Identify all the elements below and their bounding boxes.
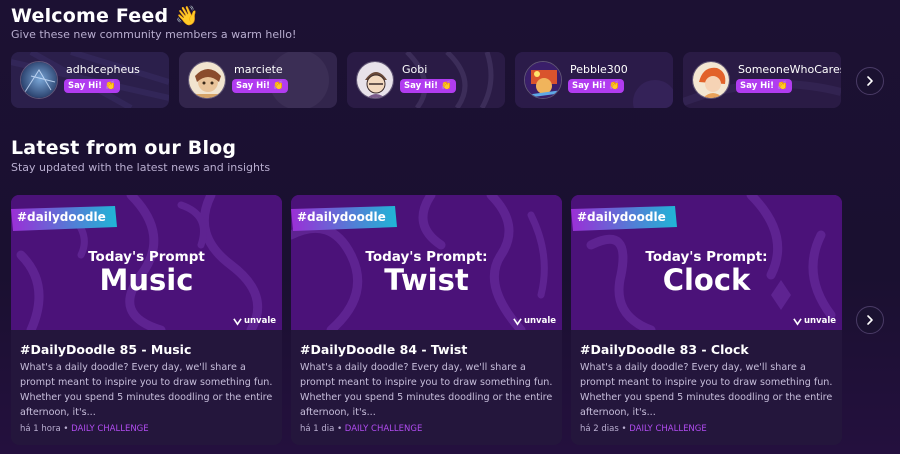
post-time: há 1 hora [20, 424, 61, 434]
post-meta: há 2 dias • DAILY CHALLENGE [580, 424, 707, 434]
meta-separator: • [621, 424, 627, 434]
post-meta: há 1 dia • DAILY CHALLENGE [300, 424, 422, 434]
post-category[interactable]: DAILY CHALLENGE [345, 424, 423, 434]
avatar[interactable] [356, 61, 394, 99]
brand-name: unvale [243, 316, 276, 326]
unvale-logo-icon [513, 317, 522, 326]
brand-logo: unvale [513, 316, 556, 326]
brand-name: unvale [803, 316, 836, 326]
unvale-logo-icon [233, 317, 242, 326]
blog-post-card[interactable]: #dailydoodle Today's Prompt: Clock unval… [571, 195, 842, 445]
post-category[interactable]: DAILY CHALLENGE [629, 424, 707, 434]
say-hi-button[interactable]: Say Hi! 👏 [568, 79, 624, 93]
say-hi-button[interactable]: Say Hi! 👏 [400, 79, 456, 93]
blog-post-card[interactable]: #dailydoodle Today's Prompt: Twist unval… [291, 195, 562, 445]
feed-next-button[interactable] [856, 67, 884, 95]
post-excerpt: What's a daily doodle? Every day, we'll … [300, 362, 553, 418]
post-title[interactable]: #DailyDoodle 83 - Clock [580, 342, 749, 357]
blog-next-button[interactable] [856, 306, 884, 334]
post-tag: #dailydoodle [577, 210, 666, 224]
avatar[interactable] [524, 61, 562, 99]
prompt-word: Twist [384, 263, 469, 297]
avatar[interactable] [692, 61, 730, 99]
brand-logo: unvale [233, 316, 276, 326]
member-name[interactable]: Gobi [402, 63, 427, 76]
member-card[interactable]: SomeoneWhoCares Say Hi! 👏 [683, 52, 841, 108]
member-card[interactable]: adhdcepheus Say Hi! 👏 [11, 52, 169, 108]
post-category[interactable]: DAILY CHALLENGE [71, 424, 149, 434]
blog-title: Latest from our Blog [11, 137, 237, 159]
blog-subtitle: Stay updated with the latest news and in… [11, 161, 271, 174]
post-banner[interactable]: #dailydoodle Today's Prompt: Twist unval… [291, 195, 562, 330]
blog-post-card[interactable]: #dailydoodle Today's Prompt Music unvale… [11, 195, 282, 445]
post-banner[interactable]: #dailydoodle Today's Prompt: Clock unval… [571, 195, 842, 330]
post-tag: #dailydoodle [17, 210, 106, 224]
meta-separator: • [63, 424, 69, 434]
chevron-right-icon [867, 76, 873, 86]
post-time: há 1 dia [300, 424, 335, 434]
brand-name: unvale [523, 316, 556, 326]
member-card[interactable]: Pebble300 Say Hi! 👏 [515, 52, 673, 108]
member-name[interactable]: Pebble300 [570, 63, 628, 76]
post-excerpt: What's a daily doodle? Every day, we'll … [20, 362, 273, 418]
avatar[interactable] [20, 61, 58, 99]
member-card[interactable]: marciete Say Hi! 👏 [179, 52, 337, 108]
post-tag: #dailydoodle [297, 210, 386, 224]
post-meta: há 1 hora • DAILY CHALLENGE [20, 424, 149, 434]
member-name[interactable]: adhdcepheus [66, 63, 140, 76]
prompt-word: Clock [662, 263, 751, 297]
chevron-right-icon [867, 315, 873, 325]
post-title[interactable]: #DailyDoodle 85 - Music [20, 342, 191, 357]
meta-separator: • [337, 424, 343, 434]
brand-logo: unvale [793, 316, 836, 326]
post-time: há 2 dias [580, 424, 619, 434]
say-hi-button[interactable]: Say Hi! 👏 [232, 79, 288, 93]
avatar[interactable] [188, 61, 226, 99]
post-banner[interactable]: #dailydoodle Today's Prompt Music unvale [11, 195, 282, 330]
prompt-word: Music [99, 263, 194, 297]
post-excerpt: What's a daily doodle? Every day, we'll … [580, 362, 833, 418]
welcome-feed-subtitle: Give these new community members a warm … [11, 28, 297, 41]
welcome-feed-title: Welcome Feed 👋 [11, 5, 199, 27]
unvale-logo-icon [793, 317, 802, 326]
member-card[interactable]: Gobi Say Hi! 👏 [347, 52, 505, 108]
say-hi-button[interactable]: Say Hi! 👏 [736, 79, 792, 93]
member-name[interactable]: marciete [234, 63, 283, 76]
say-hi-button[interactable]: Say Hi! 👏 [64, 79, 120, 93]
member-name[interactable]: SomeoneWhoCares [738, 63, 841, 76]
post-title[interactable]: #DailyDoodle 84 - Twist [300, 342, 467, 357]
